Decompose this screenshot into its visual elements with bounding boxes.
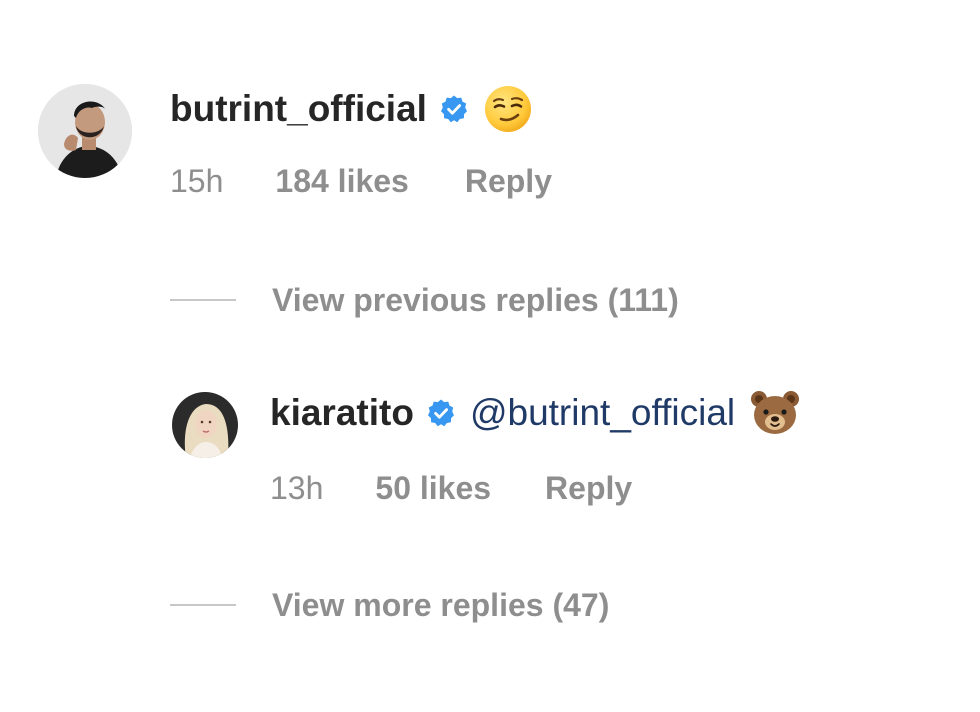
reply-mention-link[interactable]: @butrint_official	[470, 392, 735, 434]
view-more-replies-label: View more replies (47)	[272, 586, 610, 623]
comment: butrint_official 15h 184 likes Reply	[0, 0, 980, 230]
avatar-photo-icon	[172, 392, 238, 458]
bear-face-icon	[749, 388, 801, 438]
reply-username[interactable]: kiaratito	[270, 392, 414, 434]
smirking-face-icon	[483, 84, 533, 134]
reply-time: 13h	[270, 470, 324, 506]
avatar-butrint[interactable]	[38, 84, 132, 178]
verified-badge-icon	[439, 94, 469, 124]
view-previous-replies-label: View previous replies (111)	[272, 281, 679, 318]
comment-time: 15h	[170, 163, 224, 199]
reply-likes[interactable]: 50 likes	[375, 470, 491, 507]
reply-reply-button[interactable]: Reply	[545, 470, 632, 507]
reply-comment: kiaratito @butrint_official 13h 50 likes…	[0, 370, 980, 530]
comment-reply-button[interactable]: Reply	[465, 163, 552, 200]
comment-username[interactable]: butrint_official	[170, 88, 427, 130]
reply-meta: 13h 50 likes Reply	[270, 470, 632, 507]
verified-badge-icon	[426, 398, 456, 428]
reply-thread-divider	[170, 299, 236, 301]
reply-thread-divider	[170, 604, 236, 606]
avatar-kiaratito[interactable]	[172, 392, 238, 458]
reply-header: kiaratito @butrint_official	[270, 390, 801, 436]
comment-meta: 15h 184 likes Reply	[170, 163, 552, 200]
view-previous-replies-button[interactable]: View previous replies (111)	[170, 280, 679, 320]
view-more-replies-button[interactable]: View more replies (47)	[170, 585, 609, 625]
comment-header: butrint_official	[170, 86, 533, 132]
avatar-photo-icon	[38, 84, 132, 178]
comment-likes[interactable]: 184 likes	[275, 163, 408, 200]
